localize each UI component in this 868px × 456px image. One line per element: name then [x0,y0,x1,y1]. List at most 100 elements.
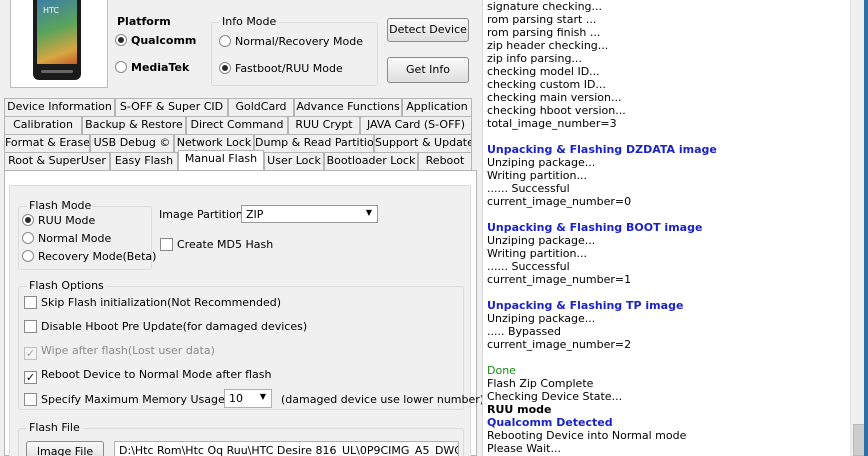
log-line: zip info parsing... [487,52,582,65]
radio-mediatek[interactable] [115,61,127,73]
tab-direct-command[interactable]: Direct Command [186,116,288,134]
info-mode-normal-label: Normal/Recovery Mode [235,35,363,48]
max-memory-select[interactable]: 10 ▼ [224,389,272,408]
flash-mode-title: Flash Mode [26,199,95,212]
log-output[interactable]: signature checking... rom parsing start .… [482,0,868,456]
tab-format-erase[interactable]: Format & Erase [4,134,90,152]
tab-dump-read-partition[interactable]: Dump & Read Partition [254,134,374,152]
reboot-normal-option[interactable]: ✓ Reboot Device to Normal Mode after flas… [24,368,271,384]
phone-screen: HTC [37,0,77,64]
flash-mode-ruu-option[interactable]: RUU Mode [22,214,95,227]
flash-file-path[interactable]: D:\Htc Rom\Htc Oq Ruu\HTC Desire 816_UL\… [114,441,459,456]
radio-ruu-mode[interactable] [22,214,34,226]
log-line: Unpacking & Flashing BOOT image [487,221,703,234]
image-partition-label: Image Partition: [159,208,247,221]
radio-normal-recovery[interactable] [219,35,231,47]
log-line: Unziping package... [487,312,596,325]
tab-usb-debug[interactable]: USB Debug © [90,134,174,152]
info-mode-fastboot-option[interactable]: Fastboot/RUU Mode [219,62,343,75]
tab-ruu-crypt[interactable]: RUU Crypt [288,116,360,134]
tab-calibration[interactable]: Calibration [4,116,82,134]
radio-normal-mode[interactable] [22,232,34,244]
disable-hboot-option[interactable]: Disable Hboot Pre Update(for damaged dev… [24,320,307,333]
log-line: Writing partition... [487,169,587,182]
log-line: Unziping package... [487,234,596,247]
tab-s-off-super-cid[interactable]: S-OFF & Super CID [115,98,228,116]
image-file-button[interactable]: Image File [26,441,104,456]
log-line: Rebooting Device into Normal mode [487,429,687,442]
tab-easy-flash[interactable]: Easy Flash [110,152,178,170]
tab-bootloader-lock[interactable]: Bootloader Lock [324,152,418,170]
log-line: Unpacking & Flashing DZDATA image [487,143,717,156]
window-edge [864,0,868,456]
info-mode-normal-option[interactable]: Normal/Recovery Mode [219,35,363,48]
tab-root-superuser[interactable]: Root & SuperUser [4,152,110,170]
skip-init-checkbox[interactable] [24,296,37,309]
platform-mediatek-label: MediaTek [131,61,190,74]
tab-manual-flash[interactable]: Manual Flash [178,150,264,170]
max-memory-note: (damaged device use lower number) [281,393,485,406]
flash-file-title: Flash File [26,421,83,434]
wipe-after-label: Wipe after flash(Lost user data) [41,344,215,357]
phone-speaker [41,70,73,73]
skip-init-label: Skip Flash initialization(Not Recommende… [41,296,282,309]
platform-mediatek-option[interactable]: MediaTek [115,61,189,74]
skip-init-option[interactable]: Skip Flash initialization(Not Recommende… [24,296,281,309]
platform-title: Platform [117,15,171,28]
tab-support-update[interactable]: Support & Update [374,134,472,152]
tab-application[interactable]: Application [402,98,472,116]
log-line: RUU mode [487,403,552,416]
radio-fastboot-ruu[interactable] [219,62,231,74]
log-line: total_image_number=3 [487,117,617,130]
chevron-down-icon: ▼ [365,208,372,217]
log-line: checking hboot version... [487,104,626,117]
log-line: ...... Successful [487,182,570,195]
log-line: signature checking... [487,0,603,13]
log-line: Done [487,364,516,377]
log-line: ..... Bypassed [487,325,561,338]
get-info-button[interactable]: Get Info [387,57,469,83]
tab-goldcard[interactable]: GoldCard [228,98,294,116]
log-line: checking model ID... [487,65,600,78]
tab-user-lock[interactable]: User Lock [264,152,324,170]
max-memory-option[interactable]: Specify Maximum Memory Usage(MB): [24,393,254,406]
flash-mode-recovery-option[interactable]: Recovery Mode(Beta) [22,250,156,263]
log-line: checking main version... [487,91,622,104]
info-mode-fastboot-label: Fastboot/RUU Mode [235,62,343,75]
disable-hboot-label: Disable Hboot Pre Update(for damaged dev… [41,320,308,333]
log-line: Flash Zip Complete [487,377,594,390]
flash-file-group: Flash File Image File D:\Htc Rom\Htc Oq … [18,421,464,456]
manual-flash-panel: Flash Mode RUU Mode Normal Mode Recovery… [4,170,484,456]
log-line: current_image_number=0 [487,195,632,208]
reboot-normal-checkbox[interactable]: ✓ [24,371,37,384]
tab-reboot[interactable]: Reboot [418,152,472,170]
tab-device-information[interactable]: Device Information [4,98,115,116]
flash-mode-group: Flash Mode RUU Mode Normal Mode Recovery… [18,199,156,270]
platform-qualcomm-option[interactable]: Qualcomm [115,34,196,47]
log-line: rom parsing start ... [487,13,597,26]
log-line: ...... Successful [487,260,570,273]
log-line: zip header checking... [487,39,609,52]
create-md5-label: Create MD5 Hash [177,238,274,251]
log-line: rom parsing finish ... [487,26,601,39]
log-line: current_image_number=1 [487,273,632,286]
log-line: Writing partition... [487,247,587,260]
tab-backup-restore[interactable]: Backup & Restore [82,116,186,134]
tab-java-card[interactable]: JAVA Card (S-OFF) [360,116,472,134]
max-memory-checkbox[interactable] [24,393,37,406]
detect-device-button[interactable]: Detect Device [387,18,469,42]
top-panel: HTC Platform Qualcomm MediaTek Info Mode… [0,0,480,94]
max-memory-label: Specify Maximum Memory Usage(MB): [41,393,255,406]
image-partition-select[interactable]: ZIP ▼ [241,205,378,223]
tab-advance-functions[interactable]: Advance Functions [294,98,402,116]
main-window: HTC Platform Qualcomm MediaTek Info Mode… [0,0,868,456]
reboot-normal-label: Reboot Device to Normal Mode after flash [41,368,272,381]
disable-hboot-checkbox[interactable] [24,320,37,333]
create-md5-option[interactable]: Create MD5 Hash [160,238,273,251]
radio-recovery-mode[interactable] [22,250,34,262]
info-mode-group: Info Mode Normal/Recovery Mode Fastboot/… [211,15,378,86]
phone-screen-text: HTC [43,6,60,15]
create-md5-checkbox[interactable] [160,238,173,251]
flash-mode-normal-option[interactable]: Normal Mode [22,232,111,245]
radio-qualcomm[interactable] [115,34,127,46]
